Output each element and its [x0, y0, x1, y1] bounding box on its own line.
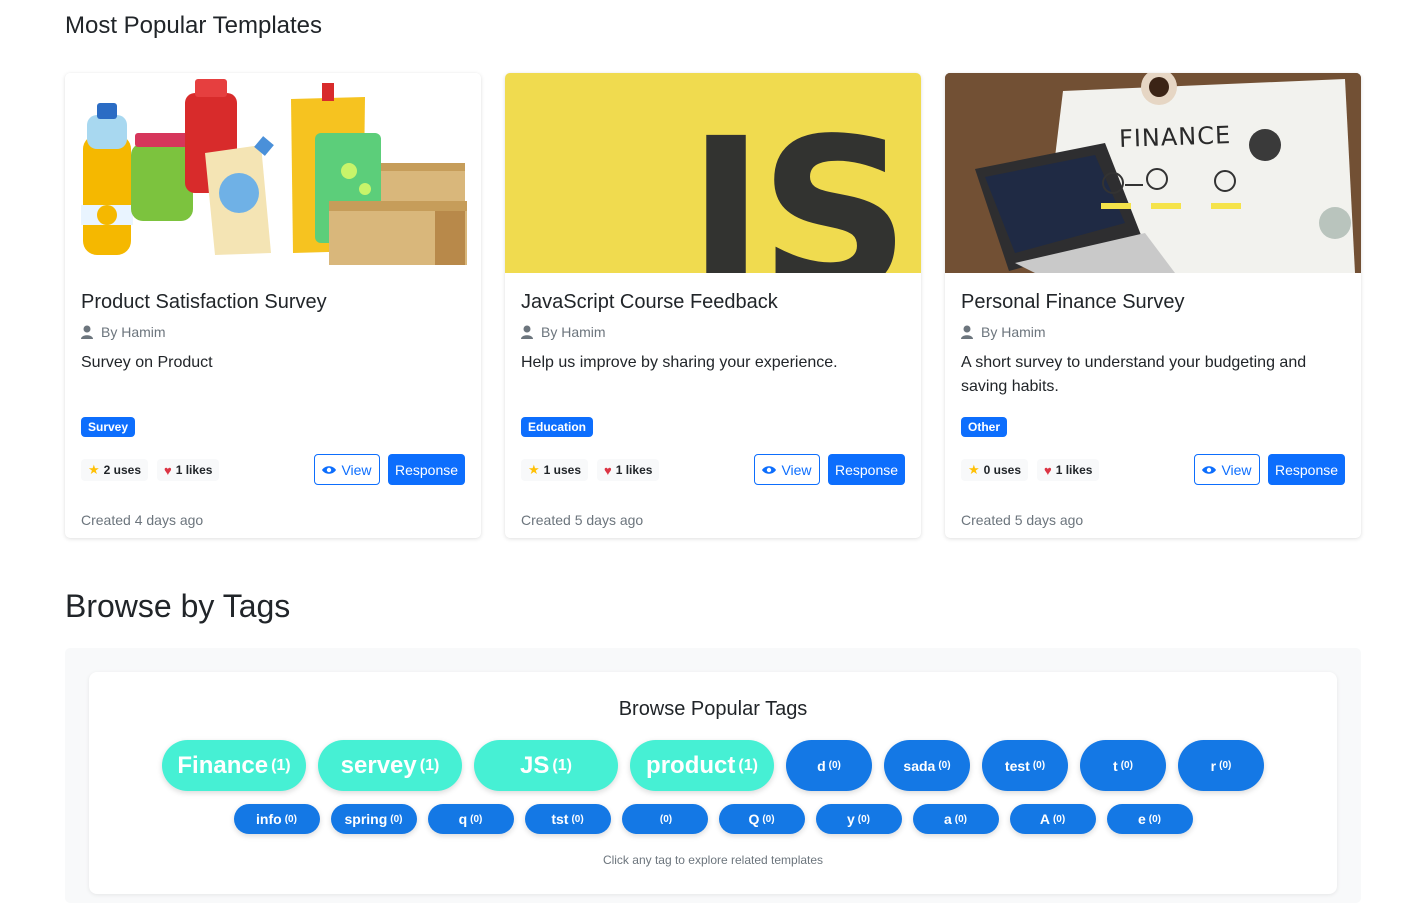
- tag-pill[interactable]: (0): [621, 804, 708, 834]
- card-description: A short survey to understand your budget…: [961, 354, 1307, 395]
- tag-pill[interactable]: a (0): [912, 804, 999, 834]
- template-card[interactable]: Product Satisfaction Survey By Hamim Sur…: [65, 73, 481, 538]
- template-cards: Product Satisfaction Survey By Hamim Sur…: [65, 73, 1361, 538]
- card-description: Help us improve by sharing your experien…: [521, 354, 838, 371]
- star-icon: ★: [88, 462, 100, 477]
- tag-pill[interactable]: sada (0): [884, 740, 970, 791]
- uses-count: ★ 2 uses: [81, 459, 149, 481]
- popular-templates-heading: Most Popular Templates: [65, 12, 323, 39]
- created-date: Created 5 days ago: [961, 512, 1084, 528]
- tag-cloud-hint: Click any tag to explore related templat…: [602, 853, 824, 867]
- response-button[interactable]: Response: [828, 454, 905, 485]
- eye-icon: [322, 465, 337, 474]
- user-icon: [81, 325, 93, 339]
- likes-count: ♥ 1 likes: [1037, 459, 1100, 481]
- response-button[interactable]: Response: [1268, 454, 1345, 485]
- tag-pill[interactable]: t (0): [1080, 740, 1166, 791]
- uses-count: ★ 0 uses: [961, 459, 1029, 481]
- tag-cloud-title: Browse Popular Tags: [618, 698, 808, 720]
- js-logo-text: JS: [687, 93, 910, 274]
- tag-pill[interactable]: info (0): [233, 804, 320, 834]
- created-date: Created 4 days ago: [81, 512, 204, 528]
- author-name: By Hamim: [981, 324, 1046, 340]
- template-card[interactable]: FINANCE Personal Finance Survey By Hamim…: [945, 73, 1361, 538]
- author-name: By Hamim: [101, 324, 166, 340]
- likes-count: ♥ 1 likes: [597, 459, 660, 481]
- card-image-finance-desk[interactable]: FINANCE: [945, 73, 1361, 273]
- likes-count: ♥ 1 likes: [157, 459, 220, 481]
- star-icon: ★: [968, 462, 980, 477]
- category-badge: Survey: [81, 417, 136, 437]
- view-button[interactable]: View: [1194, 454, 1260, 485]
- card-author: By Hamim: [521, 324, 606, 340]
- tag-cloud-panel: Browse Popular Tags Finance (1) servey (1)…: [89, 672, 1337, 894]
- user-icon: [961, 325, 973, 339]
- created-date: Created 5 days ago: [521, 512, 644, 528]
- tag-pill[interactable]: d (0): [786, 740, 872, 791]
- card-title: Product Satisfaction Survey: [81, 291, 327, 313]
- tag-pill[interactable]: tst (0): [524, 804, 611, 834]
- response-button[interactable]: Response: [388, 454, 465, 485]
- eye-icon: [1202, 465, 1217, 474]
- view-button[interactable]: View: [754, 454, 820, 485]
- tag-pill[interactable]: product (1): [630, 740, 774, 791]
- tag-pill[interactable]: r (0): [1178, 740, 1264, 791]
- card-description: Survey on Product: [81, 354, 213, 371]
- card-title: Personal Finance Survey: [961, 291, 1185, 313]
- star-icon: ★: [528, 462, 540, 477]
- tags-section: Browse Popular Tags Finance (1) servey (1)…: [65, 648, 1361, 903]
- card-author: By Hamim: [81, 324, 166, 340]
- tag-pill[interactable]: Q (0): [718, 804, 805, 834]
- heart-icon: ♥: [164, 462, 172, 478]
- tag-pill[interactable]: test (0): [982, 740, 1068, 791]
- card-author: By Hamim: [961, 324, 1046, 340]
- eye-icon: [762, 465, 777, 474]
- tag-pill[interactable]: A (0): [1009, 804, 1096, 834]
- template-card[interactable]: JS JavaScript Course Feedback By Hamim H…: [505, 73, 921, 538]
- tag-pill[interactable]: servey (1): [318, 740, 462, 791]
- browse-by-tags-heading: Browse by Tags: [65, 588, 291, 624]
- category-badge: Education: [521, 417, 594, 437]
- tag-pill[interactable]: spring (0): [330, 804, 417, 834]
- tag-pill[interactable]: q (0): [427, 804, 514, 834]
- tag-pill[interactable]: JS (1): [474, 740, 618, 791]
- view-button[interactable]: View: [314, 454, 380, 485]
- heart-icon: ♥: [604, 462, 612, 478]
- tag-row-primary: Finance (1) servey (1) JS (1) product (1) d(…: [89, 740, 1337, 791]
- tag-pill[interactable]: y (0): [815, 804, 902, 834]
- category-badge: Other: [961, 417, 1008, 437]
- card-image-javascript-logo[interactable]: JS: [505, 73, 921, 273]
- tag-pill[interactable]: Finance (1): [162, 740, 306, 791]
- card-title: JavaScript Course Feedback: [521, 291, 778, 313]
- heart-icon: ♥: [1044, 462, 1052, 478]
- tag-pill[interactable]: e (0): [1106, 804, 1193, 834]
- card-image-products[interactable]: [65, 73, 481, 273]
- finance-photo-text: FINANCE: [1118, 121, 1232, 153]
- uses-count: ★ 1 uses: [521, 459, 589, 481]
- tag-row-secondary: info (0) spring (0) q (0) tst (0) (0) Q (0) y…: [89, 804, 1337, 834]
- user-icon: [521, 325, 533, 339]
- author-name: By Hamim: [541, 324, 606, 340]
